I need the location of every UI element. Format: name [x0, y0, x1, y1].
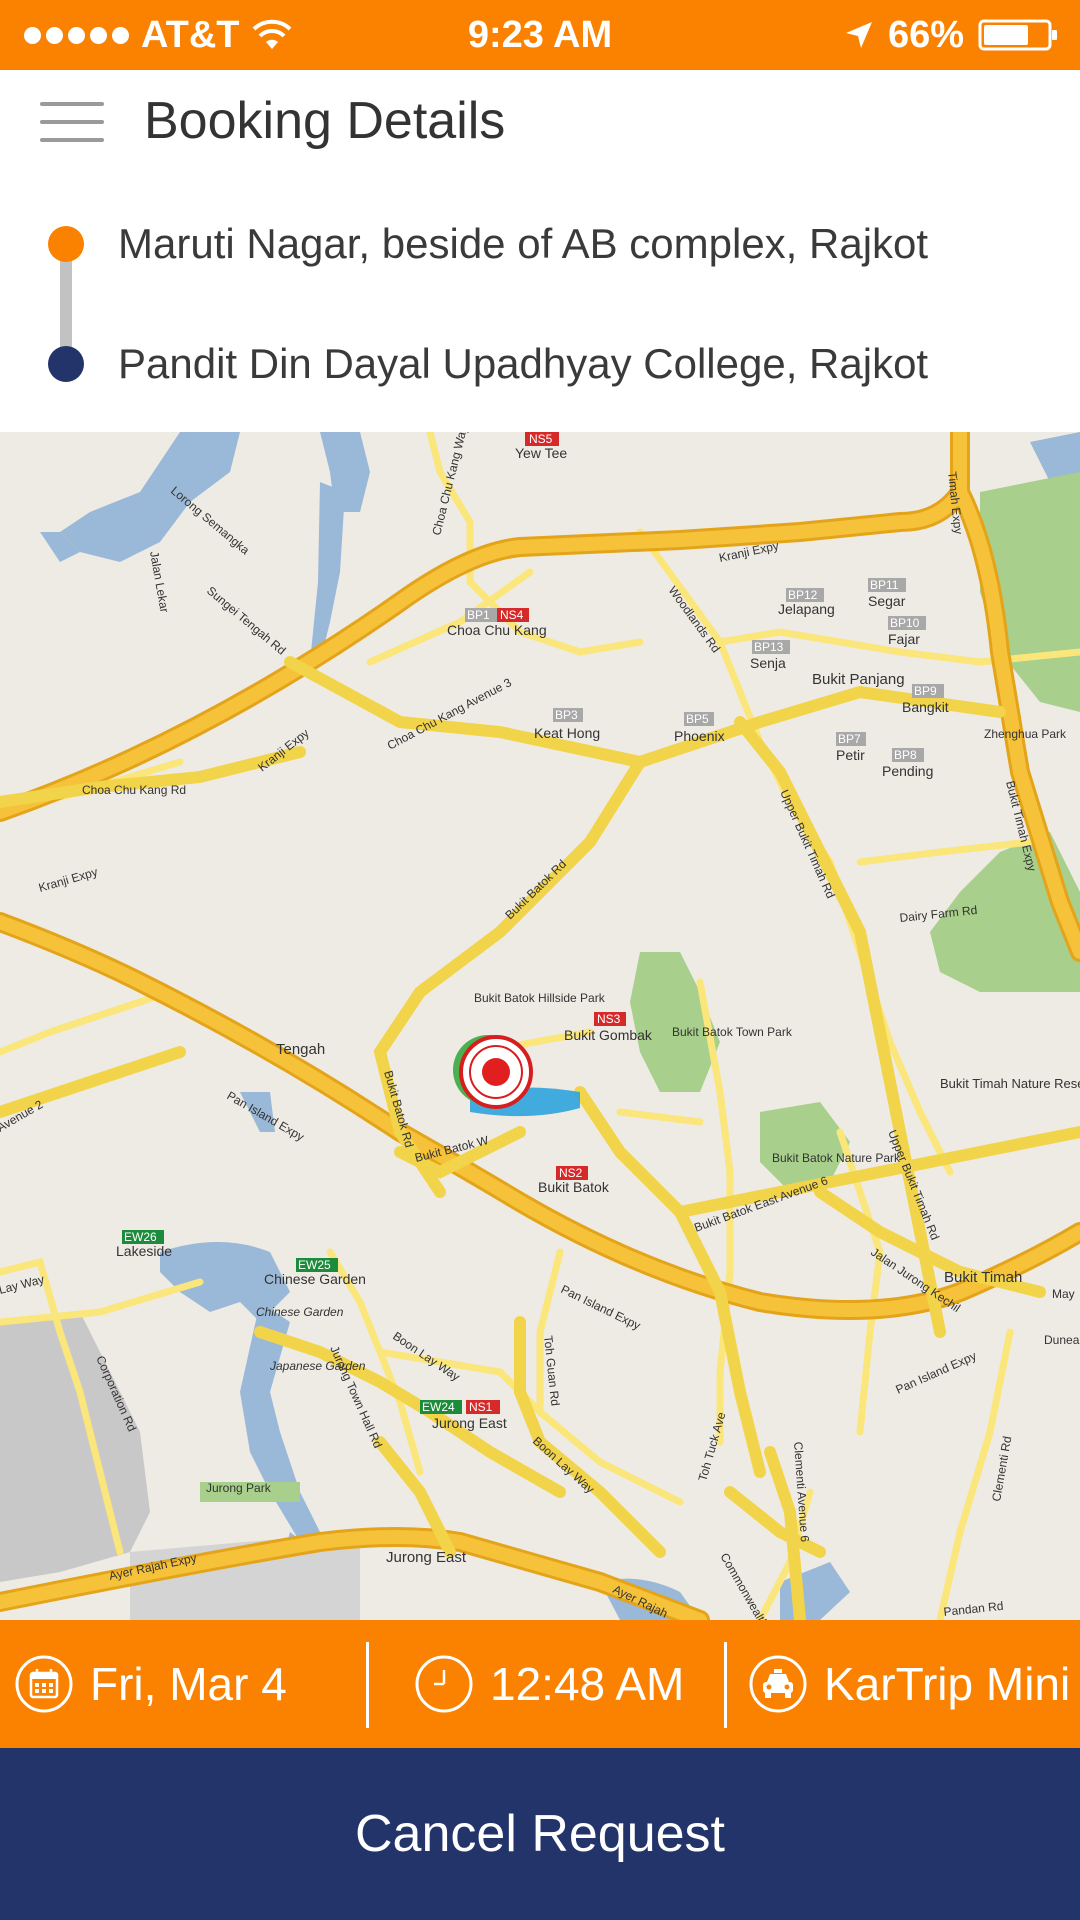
station-bp11: BP11: [870, 578, 899, 592]
label-bukit-timah-nature-reserve: Bukit Timah Nature Reserve: [940, 1076, 1080, 1091]
station-ns4: NS4: [500, 608, 524, 622]
pickup-address: Maruti Nagar, beside of AB complex, Rajk…: [118, 220, 929, 267]
station-ns2: NS2: [559, 1166, 583, 1180]
calendar-icon: [15, 1655, 73, 1713]
station-bp9: BP9: [914, 684, 937, 698]
car-type[interactable]: KarTrip Mini: [748, 1620, 1070, 1748]
booking-time-value: 12:48 AM: [490, 1658, 685, 1710]
label-jurong-park: Jurong Park: [206, 1481, 272, 1495]
pickup-marker-icon: [48, 226, 84, 262]
label-bukit-batok-nature-park: Bukit Batok Nature Park: [772, 1151, 901, 1165]
label-chinese-garden: Chinese Garden: [264, 1271, 366, 1287]
battery-percentage: 66%: [887, 13, 964, 56]
station-ns1: NS1: [469, 1400, 493, 1414]
label-bukit-batok-hillside-park: Bukit Batok Hillside Park: [474, 991, 606, 1005]
label-bangkit: Bangkit: [902, 699, 949, 715]
taxi-icon: [749, 1655, 807, 1713]
road-may: May: [1052, 1287, 1075, 1301]
booking-date-value: Fri, Mar 4: [90, 1658, 287, 1710]
station-ew25: EW25: [298, 1258, 331, 1272]
station-ew24: EW24: [422, 1400, 455, 1414]
label-yew-tee: Yew Tee: [515, 445, 567, 461]
station-ns5: NS5: [529, 432, 553, 446]
route-summary: Maruti Nagar, beside of AB complex, Rajk…: [0, 170, 1080, 432]
map-canvas[interactable]: NS5 BP1 NS4 BP3 BP5 BP12 BP11 BP10 BP13 …: [0, 432, 1080, 1620]
menu-icon[interactable]: [40, 96, 104, 148]
route-connector: [60, 246, 72, 358]
label-jelapang: Jelapang: [778, 601, 835, 617]
label-phoenix: Phoenix: [674, 728, 725, 744]
label-fajar: Fajar: [888, 631, 920, 647]
drop-address: Pandit Din Dayal Upadhyay College, Rajko…: [118, 340, 929, 387]
road-choa-chu-kang-rd: Choa Chu Kang Rd: [82, 783, 186, 797]
info-divider: [724, 1642, 727, 1728]
station-bp7: BP7: [838, 732, 861, 746]
station-ew26: EW26: [124, 1230, 157, 1244]
label-pending: Pending: [882, 763, 933, 779]
station-ns3: NS3: [597, 1012, 621, 1026]
booking-time[interactable]: 12:48 AM: [414, 1620, 684, 1748]
label-bukit-timah: Bukit Timah: [944, 1269, 1022, 1286]
label-bukit-batok: Bukit Batok: [538, 1179, 610, 1195]
status-right: 66%: [844, 12, 1058, 58]
battery-icon: [978, 19, 1057, 51]
label-bukit-batok-town-park: Bukit Batok Town Park: [672, 1025, 793, 1039]
label-segar: Segar: [868, 593, 906, 609]
label-lakeside: Lakeside: [116, 1243, 172, 1259]
label-tengah: Tengah: [276, 1041, 325, 1058]
station-bp1: BP1: [467, 608, 490, 622]
map-view[interactable]: NS5 BP1 NS4 BP3 BP5 BP12 BP11 BP10 BP13 …: [0, 432, 1080, 1620]
label-jurong-east-2: Jurong East: [386, 1549, 467, 1566]
label-bukit-gombak: Bukit Gombak: [564, 1027, 653, 1043]
label-keat-hong: Keat Hong: [534, 725, 600, 741]
label-petir: Petir: [836, 747, 865, 763]
station-bp13: BP13: [754, 640, 784, 654]
page-title: Booking Details: [144, 92, 506, 150]
info-divider: [366, 1642, 369, 1728]
road-dunearn: Dunear: [1044, 1333, 1080, 1347]
label-chinese-garden-park: Chinese Garden: [256, 1305, 344, 1319]
clock-icon: [415, 1655, 473, 1713]
drop-marker-icon: [48, 346, 84, 382]
label-choa-chu-kang: Choa Chu Kang: [447, 622, 547, 638]
label-bukit-panjang: Bukit Panjang: [812, 671, 905, 688]
station-bp10: BP10: [890, 616, 920, 630]
status-bar: AT&T 9:23 AM 66%: [0, 0, 1080, 70]
label-zhenghua-park: Zhenghua Park: [984, 727, 1067, 741]
station-bp5: BP5: [686, 712, 709, 726]
cancel-request-button[interactable]: Cancel Request: [0, 1748, 1080, 1920]
booking-date[interactable]: Fri, Mar 4: [14, 1620, 287, 1748]
booking-info-bar: Fri, Mar 4 12:48 AM KarTrip Mini: [0, 1620, 1080, 1748]
station-bp12: BP12: [788, 588, 818, 602]
station-bp8: BP8: [894, 748, 917, 762]
label-senja: Senja: [750, 655, 786, 671]
app-header: Booking Details: [0, 70, 1080, 170]
location-arrow-icon: [845, 22, 872, 48]
car-type-value: KarTrip Mini: [824, 1658, 1071, 1710]
label-jurong-east: Jurong East: [432, 1415, 507, 1431]
station-bp3: BP3: [555, 708, 578, 722]
